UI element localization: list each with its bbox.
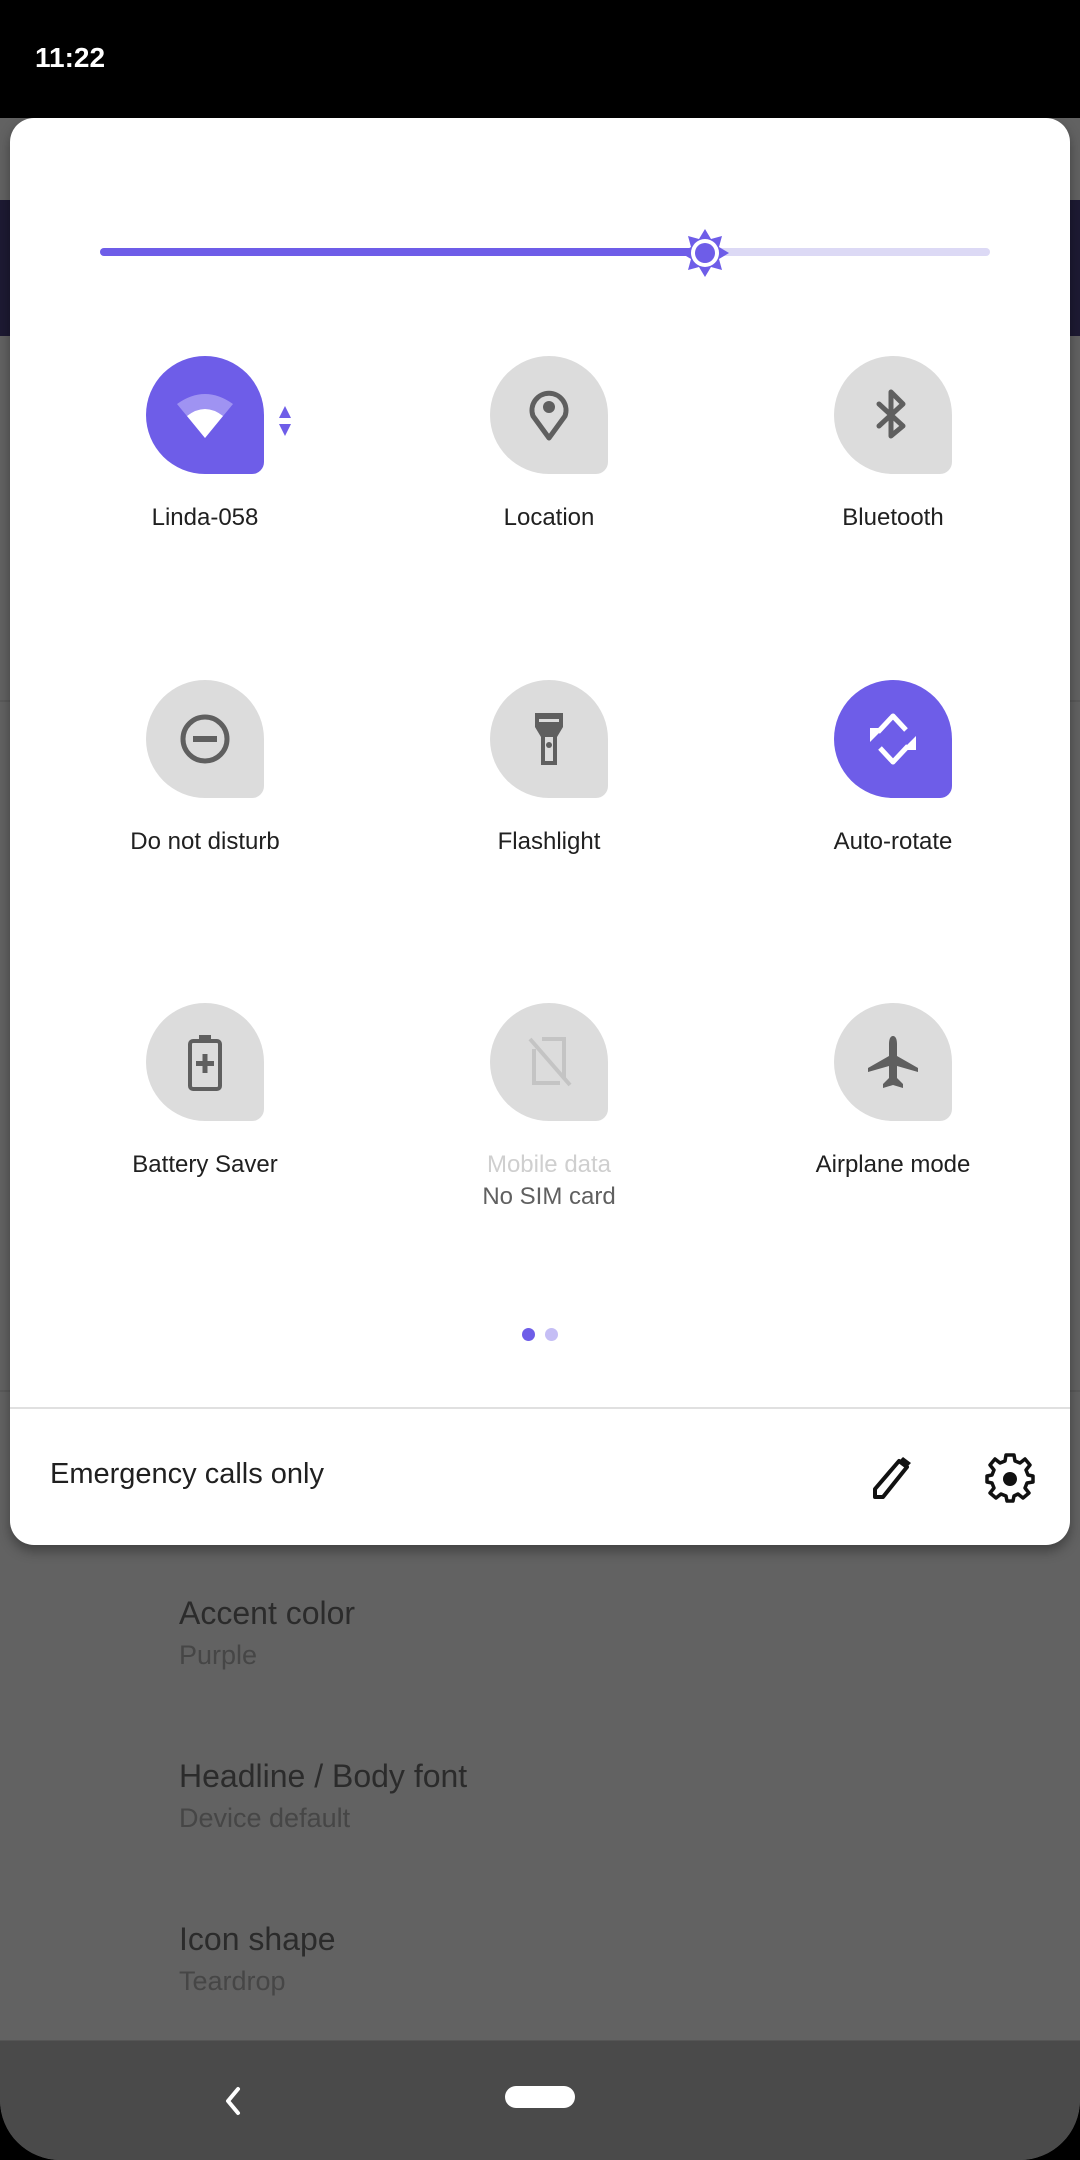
tile-location[interactable]: Location — [429, 356, 669, 534]
tile-auto-rotate[interactable]: Auto-rotate — [773, 680, 1013, 858]
page-indicator — [522, 1328, 568, 1342]
setting-title: Headline / Body font — [179, 1758, 468, 1794]
pencil-icon — [873, 1457, 911, 1499]
quick-settings-panel: Linda-058 Location Bluetooth Do not dist… — [10, 118, 1070, 1545]
slider-thumb[interactable] — [680, 228, 730, 278]
footer-divider — [10, 1407, 1070, 1409]
setting-item-icon-shape[interactable]: Icon shape Teardrop — [179, 1919, 336, 1999]
tile-wifi[interactable]: Linda-058 — [85, 356, 325, 534]
tile-do-not-disturb[interactable]: Do not disturb — [85, 680, 325, 858]
tile-bluetooth-button[interactable] — [834, 356, 952, 474]
tile-flashlight[interactable]: Flashlight — [429, 680, 669, 858]
setting-value: Purple — [179, 1640, 258, 1670]
navigation-bar — [0, 2040, 1080, 2160]
battery-saver-icon — [188, 1035, 222, 1091]
brightness-icon — [681, 229, 730, 277]
setting-item-font[interactable]: Headline / Body font Device default — [179, 1756, 467, 1836]
tile-label: Auto-rotate — [833, 828, 953, 855]
tile-label: Mobile data — [486, 1151, 612, 1178]
edit-tiles-button[interactable] — [865, 1453, 915, 1503]
tile-battery-saver[interactable]: Battery Saver — [85, 1003, 325, 1181]
tile-dnd-button[interactable] — [146, 680, 264, 798]
slider-fill — [100, 248, 706, 256]
status-bar: 11:22 — [0, 0, 1080, 118]
tile-label: Bluetooth — [842, 504, 944, 531]
setting-item-accent-color[interactable]: Accent color Purple — [179, 1593, 355, 1673]
clock: 11:22 — [35, 42, 106, 73]
auto-rotate-icon — [870, 713, 916, 765]
gear-icon — [985, 1453, 1035, 1503]
no-sim-icon — [528, 1037, 572, 1087]
tile-label: Linda-058 — [151, 504, 259, 531]
tile-auto-rotate-button[interactable] — [834, 680, 952, 798]
tile-mobile-data[interactable]: Mobile data No SIM card — [429, 1003, 669, 1213]
tile-bluetooth[interactable]: Bluetooth — [773, 356, 1013, 534]
tile-sublabel: No SIM card — [482, 1183, 616, 1210]
tile-label: Airplane mode — [815, 1151, 971, 1178]
tile-wifi-button[interactable] — [146, 356, 291, 474]
page-dot-active[interactable] — [522, 1328, 535, 1341]
airplane-icon — [868, 1036, 918, 1088]
setting-value: Device default — [179, 1803, 351, 1833]
home-button[interactable] — [505, 2086, 575, 2108]
setting-title: Accent color — [179, 1595, 356, 1631]
back-button[interactable] — [214, 2081, 254, 2121]
page-dot[interactable] — [545, 1328, 558, 1341]
data-activity-icon — [279, 406, 291, 436]
tile-location-button[interactable] — [490, 356, 608, 474]
tile-airplane-mode[interactable]: Airplane mode — [773, 1003, 1013, 1181]
do-not-disturb-icon — [180, 714, 230, 764]
flashlight-icon — [535, 713, 563, 765]
tile-label: Flashlight — [497, 828, 601, 855]
tile-label: Location — [503, 504, 595, 531]
tile-label: Battery Saver — [132, 1151, 278, 1178]
tile-battery-saver-button[interactable] — [146, 1003, 264, 1121]
tile-airplane-button[interactable] — [834, 1003, 952, 1121]
location-pin-icon — [529, 390, 569, 441]
carrier-text: Emergency calls only — [50, 1458, 324, 1490]
bluetooth-icon — [876, 389, 906, 439]
settings-button[interactable] — [985, 1453, 1035, 1503]
back-chevron-icon — [226, 2087, 240, 2115]
wifi-icon — [177, 394, 233, 438]
tile-flashlight-button[interactable] — [490, 680, 608, 798]
setting-title: Icon shape — [179, 1921, 336, 1957]
setting-value: Teardrop — [179, 1966, 286, 1996]
tile-label: Do not disturb — [130, 828, 280, 855]
brightness-slider[interactable] — [100, 228, 990, 278]
tile-mobile-data-button[interactable] — [490, 1003, 608, 1121]
